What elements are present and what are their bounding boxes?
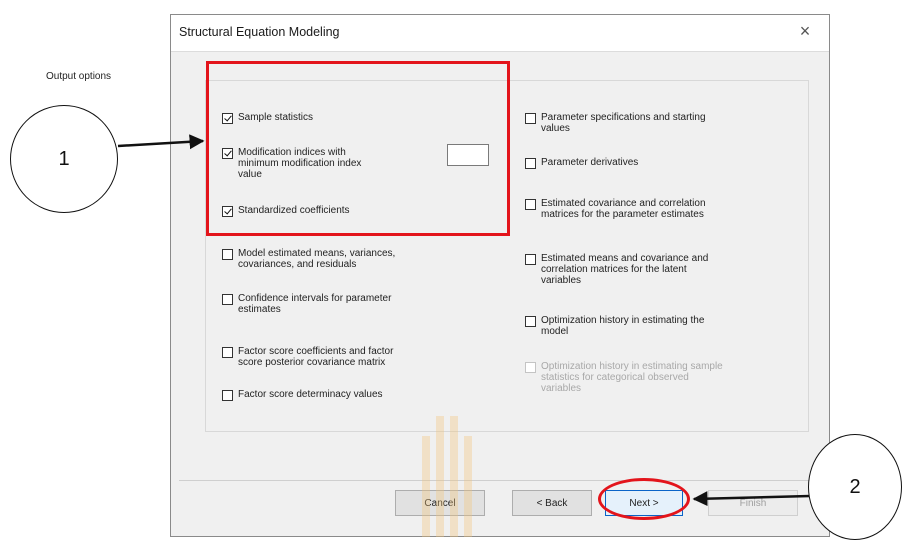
arrow-to-output-options — [117, 134, 205, 150]
callout-one: 1 — [10, 105, 118, 213]
callout-two: 2 — [808, 434, 902, 540]
annotation-arrows — [117, 134, 811, 507]
arrow-to-next-button — [692, 491, 811, 507]
